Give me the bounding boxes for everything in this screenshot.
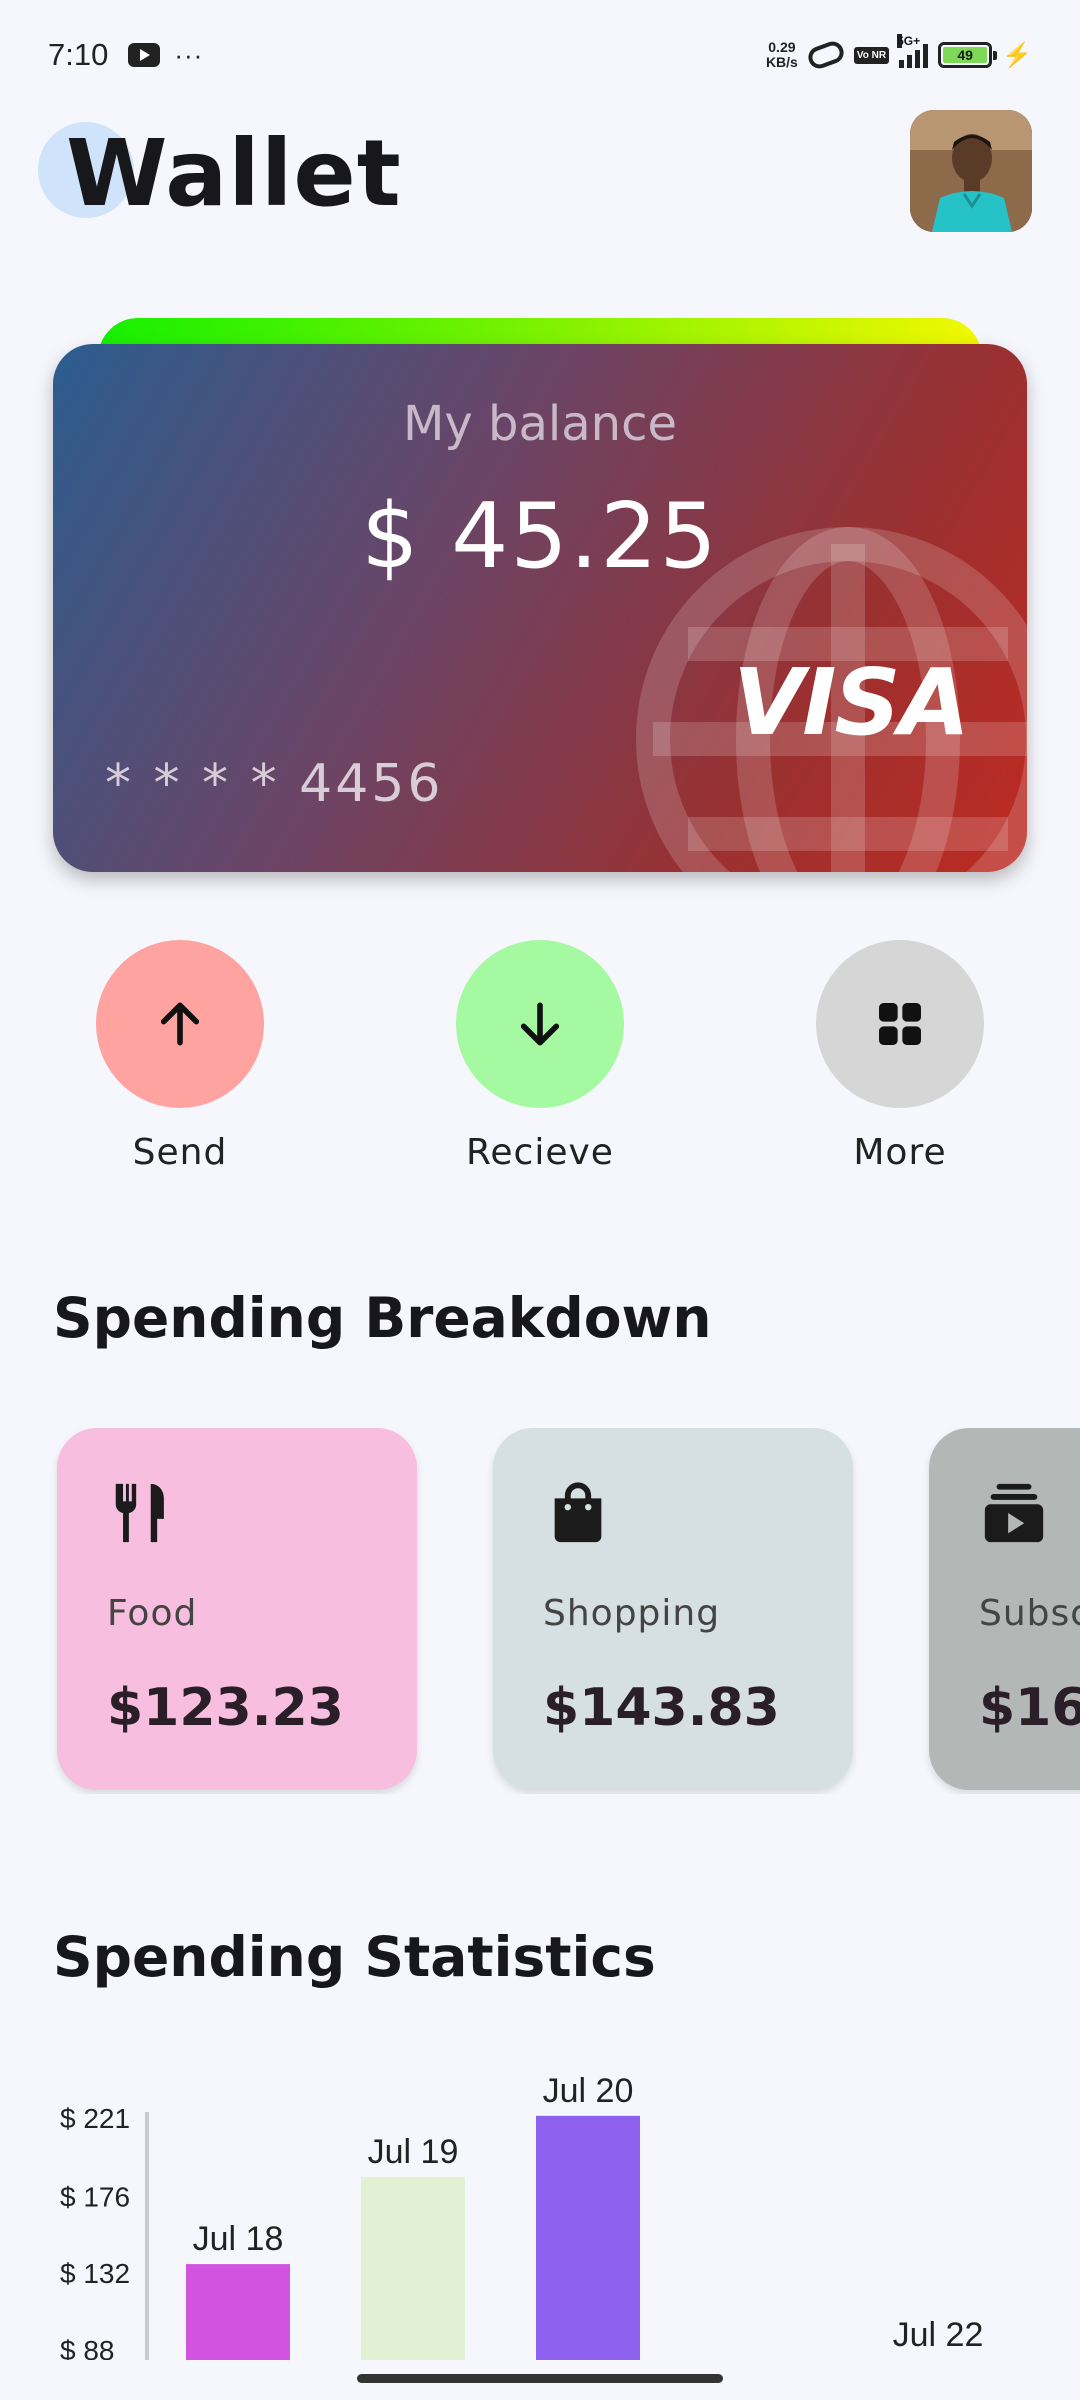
hotspot-link-icon [805,38,847,72]
home-indicator[interactable] [357,2374,723,2383]
spending-breakdown-title: Spending Breakdown [53,1286,712,1350]
y-tick-label: $ 176 [60,2181,130,2212]
receive-circle [456,940,624,1108]
header: Wallet [0,110,1080,250]
category-amount: $143.83 [543,1678,780,1738]
volte-icon: Vo NR [853,46,890,64]
visa-logo: VISA [733,649,970,756]
battery-level: 49 [943,47,988,63]
bar-date-label: Jul 20 [543,2072,634,2110]
spending-categories[interactable]: Food $123.23 Shopping $143.83 Subsc $16 [0,1428,1080,1794]
shopping-bag-icon [554,1482,602,1543]
balance-card[interactable]: My balance $ 45.25 * * * * 4456 VISA [53,344,1027,872]
category-card-shopping[interactable]: Shopping $143.83 [493,1428,853,1790]
network-speed-unit: KB/s [765,54,798,70]
more-circle [816,940,984,1108]
bar-date-label: Jul 19 [368,2133,459,2171]
more-label: More [853,1132,947,1173]
chart-bar[interactable] [536,2115,640,2360]
more-button[interactable]: More [800,940,1000,1173]
signal-icon: 5G+ [897,34,929,68]
status-indicators: 0.29 KB/s Vo NR 5G+ 49 ⚡ [766,34,1032,72]
receive-label: Recieve [466,1132,614,1173]
avatar[interactable] [910,110,1032,232]
arrow-down-icon [520,1002,560,1046]
category-name: Food [107,1593,198,1634]
bar-date-label: Jul 18 [193,2220,284,2258]
send-circle [96,940,264,1108]
spending-chart: $ 221 $ 176 $ 132 $ 88 Jul 18 Jul 19 Jul 20 Jul… [0,2040,1080,2360]
grid-icon [879,1003,921,1045]
charging-icon: ⚡ [1002,41,1032,69]
category-name: Shopping [543,1593,721,1634]
subscription-icon [984,1483,1044,1543]
category-card-subscriptions[interactable]: Subsc $16 [929,1428,1080,1790]
category-name: Subsc [979,1593,1080,1634]
page-title: Wallet [66,120,402,227]
network-speed-value: 0.29 [768,39,796,55]
category-card-food[interactable]: Food $123.23 [57,1428,417,1790]
balance-label: My balance [402,396,678,452]
receive-button[interactable]: Recieve [440,940,640,1173]
arrow-up-icon [160,1002,200,1046]
status-time: 7:10 [48,37,109,72]
battery-icon: 49 [938,42,998,68]
youtube-notification-icon [128,43,161,67]
send-button[interactable]: Send [80,940,280,1173]
spending-statistics-title: Spending Statistics [53,1925,656,1989]
chart-bar[interactable] [361,2176,465,2360]
y-tick-label: $ 132 [60,2258,130,2289]
status-bar: 7:10 ··· 0.29 KB/s Vo NR 5G+ 49 ⚡ [0,0,1080,110]
balance-amount: $ 45.25 [361,484,719,589]
quick-actions: Send Recieve More [0,940,1080,1190]
y-tick-label: $ 221 [60,2103,130,2134]
send-label: Send [132,1132,228,1173]
category-amount: $123.23 [107,1678,344,1738]
category-amount: $16 [979,1678,1080,1738]
spending-bar-chart: $ 221 $ 176 $ 132 $ 88 Jul 18 Jul 19 Jul 20 Jul… [60,2072,984,2360]
y-tick-label: $ 88 [60,2335,115,2360]
chart-bar[interactable] [186,2264,290,2360]
card-number: * * * * 4456 [105,754,444,814]
signal-label: 5G+ [897,34,921,48]
bar-date-label: Jul 22 [893,2316,984,2354]
food-icon [115,1483,164,1543]
avatar-photo [910,110,1032,232]
network-speed: 0.29 KB/s [766,40,798,70]
more-notifications-icon: ··· [174,39,204,70]
